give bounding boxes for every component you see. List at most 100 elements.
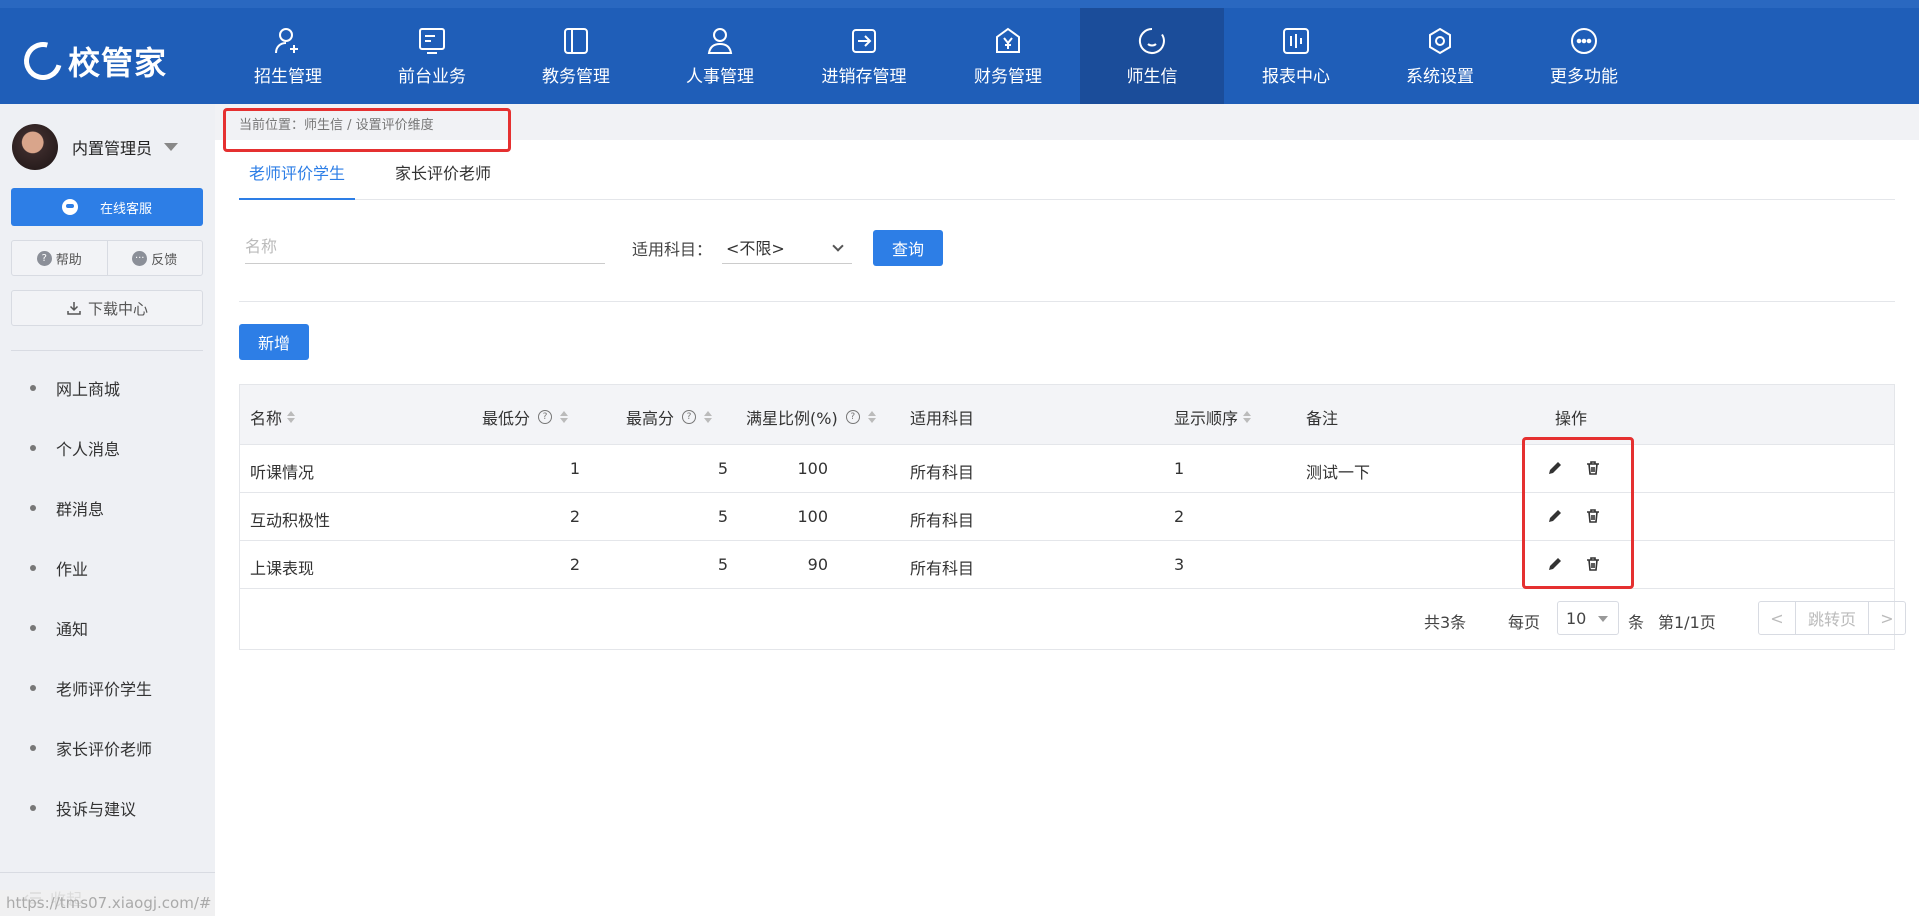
- header-operations: 操作: [1555, 409, 1588, 428]
- table-header: 名称 最低分? 最高分? 满星比例(%)? 适用科目 显示顺序 备注 操作: [240, 385, 1894, 445]
- bullet-icon: [30, 565, 36, 571]
- caret-down-icon: [1598, 616, 1608, 622]
- cell-min: 2: [569, 507, 580, 526]
- sidebar-item-teacher-review[interactable]: 老师评价学生: [0, 658, 215, 718]
- nav-item-9[interactable]: 更多功能: [1512, 8, 1656, 104]
- sidebar-item-parent-review[interactable]: 家长评价老师: [0, 718, 215, 778]
- divider: [11, 350, 203, 351]
- cell-min: 2: [569, 555, 580, 574]
- help-icon[interactable]: ?: [682, 410, 697, 424]
- pager-per-page-label: 每页: [1508, 613, 1541, 632]
- user-plus-icon: [273, 26, 303, 56]
- dimension-table: 名称 最低分? 最高分? 满星比例(%)? 适用科目 显示顺序 备注 操作 听课…: [239, 384, 1906, 650]
- online-service-button[interactable]: 在线客服: [11, 188, 203, 226]
- nav-item-7[interactable]: 报表中心: [1224, 8, 1368, 104]
- bullet-icon: [30, 445, 36, 451]
- bullet-icon: [30, 385, 36, 391]
- header-remark: 备注: [1306, 409, 1339, 428]
- bullet-icon: [30, 685, 36, 691]
- nav-item-2[interactable]: 教务管理: [504, 8, 648, 104]
- header-min-score[interactable]: 最低分?: [482, 405, 569, 429]
- help-button[interactable]: ? 帮助: [12, 241, 107, 275]
- sidebar-item-notice[interactable]: 通知: [0, 598, 215, 658]
- bullet-icon: [30, 805, 36, 811]
- cell-max: 5: [717, 459, 728, 478]
- query-button[interactable]: 查询: [873, 230, 943, 266]
- cell-max: 5: [717, 507, 728, 526]
- download-center-button[interactable]: 下载中心: [11, 290, 203, 326]
- download-icon: [67, 302, 81, 315]
- bullet-icon: [30, 745, 36, 751]
- cell-subject: 所有科目: [910, 463, 975, 482]
- tab-parent-review[interactable]: 家长评价老师: [385, 152, 501, 200]
- sidebar-item-personal-messages[interactable]: 个人消息: [0, 418, 215, 478]
- inventory-icon: [849, 26, 879, 56]
- next-page-button[interactable]: >: [1869, 602, 1905, 634]
- header-name[interactable]: 名称: [250, 405, 296, 429]
- cell-subject: 所有科目: [910, 511, 975, 530]
- operations-highlight: [1522, 437, 1634, 589]
- tab-teacher-review[interactable]: 老师评价学生: [239, 152, 356, 200]
- cell-min: 1: [569, 459, 580, 478]
- user-menu[interactable]: 内置管理员: [12, 124, 179, 170]
- avatar: [12, 124, 58, 170]
- sort-icon: [867, 411, 876, 423]
- cell-order: 1: [1174, 459, 1185, 478]
- cell-ratio: 100: [797, 507, 828, 526]
- help-icon[interactable]: ?: [538, 410, 553, 424]
- nav-item-5[interactable]: 财务管理: [936, 8, 1080, 104]
- person-icon: [705, 26, 735, 56]
- feedback-button[interactable]: ··· 反馈: [106, 241, 203, 275]
- caret-down-icon: [164, 143, 179, 151]
- main-nav: 招生管理 前台业务 教务管理 人事管理 进销存管理 财务管理 师生信 报表中心 …: [216, 8, 1656, 104]
- nav-item-3[interactable]: 人事管理: [648, 8, 792, 104]
- name-search-input[interactable]: [245, 230, 605, 264]
- sort-icon: [287, 411, 296, 423]
- cell-name: 听课情况: [250, 463, 315, 482]
- prev-page-button[interactable]: <: [1759, 602, 1795, 634]
- sidebar-item-group-messages[interactable]: 群消息: [0, 478, 215, 538]
- settings-icon: [1425, 26, 1455, 56]
- subject-select[interactable]: <不限>: [722, 230, 852, 264]
- add-button[interactable]: 新增: [239, 324, 309, 360]
- search-bar: 适用科目： <不限> 查询: [239, 222, 1895, 302]
- message-icon: [1137, 26, 1167, 56]
- tab-bar: 老师评价学生 家长评价老师: [239, 152, 1895, 200]
- sidebar-menu: 网上商城 个人消息 群消息 作业 通知 老师评价学生 家长评价老师 投诉与建议: [0, 358, 215, 838]
- sidebar-item-homework[interactable]: 作业: [0, 538, 215, 598]
- pager-nav: < 跳转页 >: [1758, 601, 1906, 635]
- nav-item-1[interactable]: 前台业务: [360, 8, 504, 104]
- header-full-star-ratio[interactable]: 满星比例(%)?: [746, 405, 876, 429]
- header-subject: 适用科目: [910, 409, 975, 428]
- cell-name: 互动积极性: [250, 511, 331, 530]
- top-bar: 校管家 招生管理 前台业务 教务管理 人事管理 进销存管理 财务管理 师生信 报…: [0, 0, 1919, 104]
- cell-name: 上课表现: [250, 559, 315, 578]
- header-display-order[interactable]: 显示顺序: [1174, 405, 1252, 429]
- user-name: 内置管理员: [72, 139, 153, 158]
- nav-item-8[interactable]: 系统设置: [1368, 8, 1512, 104]
- chevron-down-icon: [832, 240, 844, 252]
- divider: [0, 872, 215, 873]
- sidebar-item-complaints[interactable]: 投诉与建议: [0, 778, 215, 838]
- table-row: 听课情况 1 5 100 所有科目 1 测试一下: [240, 445, 1894, 493]
- brand-logo[interactable]: 校管家: [17, 35, 167, 87]
- help-icon[interactable]: ?: [845, 410, 860, 424]
- jump-page-input[interactable]: 跳转页: [1795, 602, 1869, 634]
- sidebar-item-mall[interactable]: 网上商城: [0, 358, 215, 418]
- pagination: 共3条 每页 10 条 第1/1页 < 跳转页 >: [240, 589, 1906, 649]
- nav-item-0[interactable]: 招生管理: [216, 8, 360, 104]
- page-size-select[interactable]: 10: [1557, 601, 1619, 635]
- status-bar-url: https://tms07.xiaogj.com/#: [0, 890, 250, 916]
- nav-item-6[interactable]: 师生信: [1080, 8, 1224, 104]
- bullet-icon: [30, 625, 36, 631]
- cell-ratio: 100: [797, 459, 828, 478]
- pager-unit: 条: [1628, 613, 1645, 632]
- pager-page-info: 第1/1页: [1658, 613, 1716, 632]
- bullet-icon: [30, 505, 36, 511]
- nav-item-4[interactable]: 进销存管理: [792, 8, 936, 104]
- table-row: 互动积极性 2 5 100 所有科目 2: [240, 493, 1894, 541]
- question-icon: ?: [36, 250, 52, 266]
- pager-total: 共3条: [1424, 613, 1467, 632]
- header-max-score[interactable]: 最高分?: [626, 405, 713, 429]
- sort-icon: [704, 411, 713, 423]
